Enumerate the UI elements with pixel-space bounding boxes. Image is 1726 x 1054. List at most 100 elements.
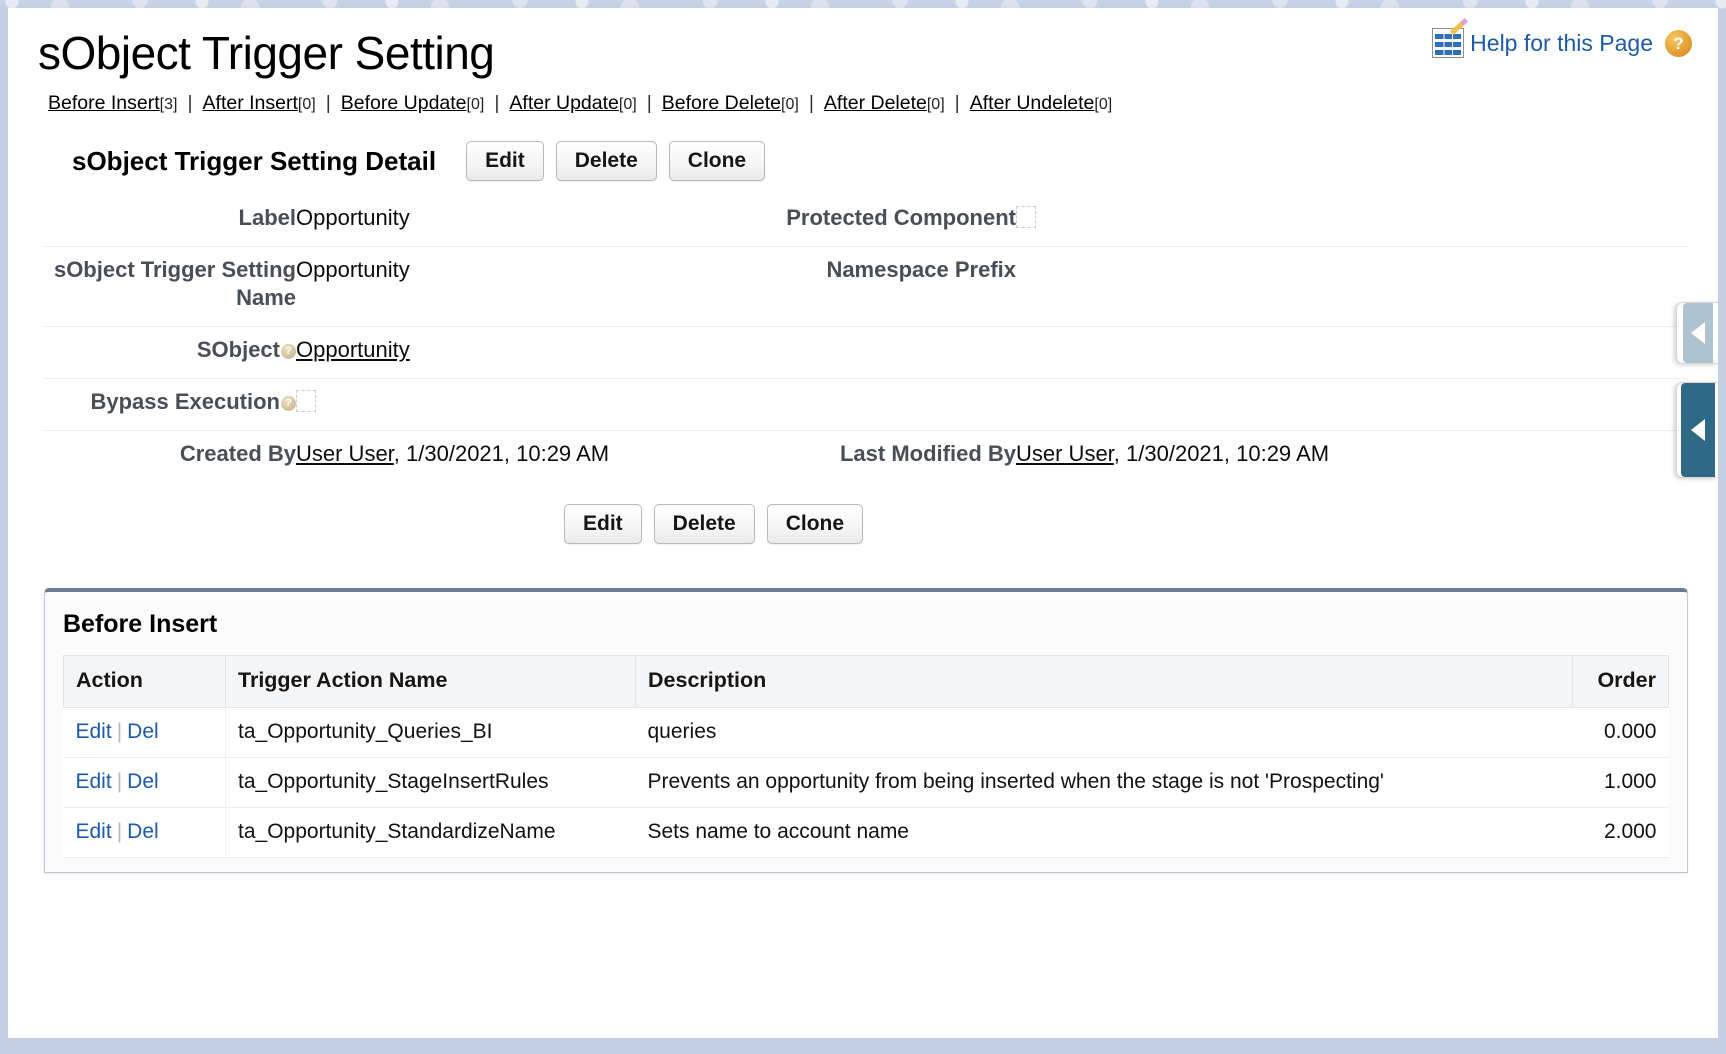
field-label-sobject-text: SObject [196,337,280,363]
field-label-created-by: Created By [44,430,296,483]
row-del-link[interactable]: Del [127,820,159,843]
link-separator: | [325,92,331,114]
field-value-sobject: Opportunity [296,326,766,379]
created-by-timestamp: , 1/30/2021, 10:29 AM [393,441,610,467]
row-description: queries [635,707,1573,759]
quick-link-before-insert-count: [3] [159,96,178,113]
field-value-created-by: User User, 1/30/2021, 10:29 AM [296,430,766,483]
related-list-table-body: Edit | Del ta_Opportunity_Queries_BI queri… [63,707,1669,859]
help-bubble-icon[interactable]: ? [281,396,296,412]
row-order: 0.000 [1572,707,1669,759]
chevron-left-icon [1690,322,1705,344]
row-trigger-action-name: ta_Opportunity_Queries_BI [225,707,636,759]
quick-link-after-undelete[interactable]: After Undelete [970,92,1095,114]
quick-link-before-update-count: [0] [466,96,485,113]
field-value-last-modified-by: User User, 1/30/2021, 10:29 AM [1016,430,1688,483]
detail-row-bypass-execution: Bypass Execution? [44,378,1688,431]
field-label-bypass-execution-text: Bypass Execution [90,389,280,415]
collapsed-panel-handle-bottom[interactable] [1676,382,1718,478]
edit-button-bottom[interactable]: Edit [564,504,642,545]
field-value-protected-component [1016,195,1688,247]
quick-link-after-update[interactable]: After Update [509,92,618,114]
protected-component-checkbox [1016,206,1036,229]
quick-link-after-delete[interactable]: After Delete [824,92,927,114]
table-header-row: Action Trigger Action Name Description O… [63,655,1669,709]
detail-panel-header: sObject Trigger Setting Detail Edit Dele… [44,141,1688,182]
field-label-namespace-prefix: Namespace Prefix [766,246,1016,327]
link-separator: | [187,92,193,114]
related-list-table: Action Trigger Action Name Description O… [63,655,1669,859]
column-header-action: Action [63,655,226,709]
row-order: 2.000 [1572,807,1669,859]
delete-button[interactable]: Delete [555,141,657,182]
link-separator: | [494,92,500,114]
spacer-cell [1016,326,1688,379]
detail-row-created-by: Created By User User, 1/30/2021, 10:29 A… [44,430,1688,483]
quick-link-before-delete[interactable]: Before Delete [662,92,781,114]
question-mark-icon[interactable]: ? [1665,29,1692,57]
chevron-left-icon [1690,419,1705,441]
created-by-user-link[interactable]: User User [296,441,394,466]
field-label-bypass-execution: Bypass Execution? [44,378,296,431]
column-header-trigger-action-name: Trigger Action Name [225,655,636,709]
edit-button[interactable]: Edit [466,141,544,182]
quick-link-after-update-count: [0] [618,96,637,113]
detail-row-label: Label Opportunity Protected Component [44,195,1688,247]
quick-link-after-insert[interactable]: After Insert [203,92,298,114]
link-separator: | [808,92,814,114]
field-value-label: Opportunity [296,205,410,231]
link-separator: | [646,92,652,114]
row-actions: Edit | Del [63,807,226,859]
help-for-this-page-link[interactable]: Help for this Page [1470,30,1653,57]
sobject-link[interactable]: Opportunity [296,337,410,362]
action-separator: | [116,720,123,744]
related-list-before-insert: Before Insert Action Trigger Action Name… [44,588,1688,874]
page-header: sObject Trigger Setting Help for this Pa… [8,8,1718,80]
row-del-link[interactable]: Del [127,720,159,743]
browser-viewport: sObject Trigger Setting Help for this Pa… [8,8,1718,1038]
help-bubble-icon[interactable]: ? [281,344,296,360]
column-header-description: Description [635,655,1573,709]
help-for-this-page[interactable]: Help for this Page ? [1432,17,1692,58]
detail-section-title: sObject Trigger Setting Detail [72,145,437,176]
handle-inner [1682,303,1713,363]
table-row: Edit | Del ta_Opportunity_StageInsertRules… [63,757,1669,809]
related-list-quick-links: Before Insert[3] | After Insert [0] | Before … [8,80,1718,115]
quick-link-before-update[interactable]: Before Update [341,92,467,114]
spacer-cell [1016,378,1688,431]
delete-button-bottom[interactable]: Delete [653,504,755,545]
field-label-setting-name: sObject Trigger Setting Name [44,246,296,327]
row-trigger-action-name: ta_Opportunity_StandardizeName [225,807,636,859]
handle-inner [1680,383,1715,477]
spacer-cell [766,378,1016,431]
detail-row-sobject: SObject? Opportunity [44,326,1688,379]
row-edit-link[interactable]: Edit [76,770,112,793]
last-modified-by-user-link[interactable]: User User [1016,441,1114,466]
detail-button-row-top: Edit Delete Clone [466,141,766,182]
row-del-link[interactable]: Del [127,770,159,793]
field-value-setting-name: Opportunity [296,246,766,327]
clone-button-bottom[interactable]: Clone [766,504,864,545]
row-description: Sets name to account name [635,807,1573,859]
table-row: Edit | Del ta_Opportunity_Queries_BI queri… [63,707,1669,759]
bypass-execution-checkbox [296,390,316,413]
row-actions: Edit | Del [63,707,226,759]
field-label-sobject: SObject? [44,326,296,379]
spacer-cell [766,326,1016,379]
related-list-title: Before Insert [63,610,218,639]
detail-fields-table: Label Opportunity Protected Component sO… [44,195,1688,483]
quick-link-before-delete-count: [0] [781,96,799,113]
collapsed-panel-handle-top[interactable] [1676,302,1718,364]
last-modified-by-timestamp: , 1/30/2021, 10:29 AM [1113,441,1330,467]
row-edit-link[interactable]: Edit [76,720,112,743]
field-label-protected-component: Protected Component [786,205,1016,231]
quick-link-before-insert[interactable]: Before Insert [48,92,160,114]
field-value-bypass-execution [296,378,766,431]
row-edit-link[interactable]: Edit [76,820,112,843]
action-separator: | [116,770,123,794]
action-separator: | [116,820,123,844]
spreadsheet-edit-icon [1432,17,1469,58]
clone-button[interactable]: Clone [668,141,766,182]
detail-row-setting-name: sObject Trigger Setting Name Opportunity… [44,246,1688,327]
field-label-last-modified-by: Last Modified By [766,430,1016,483]
